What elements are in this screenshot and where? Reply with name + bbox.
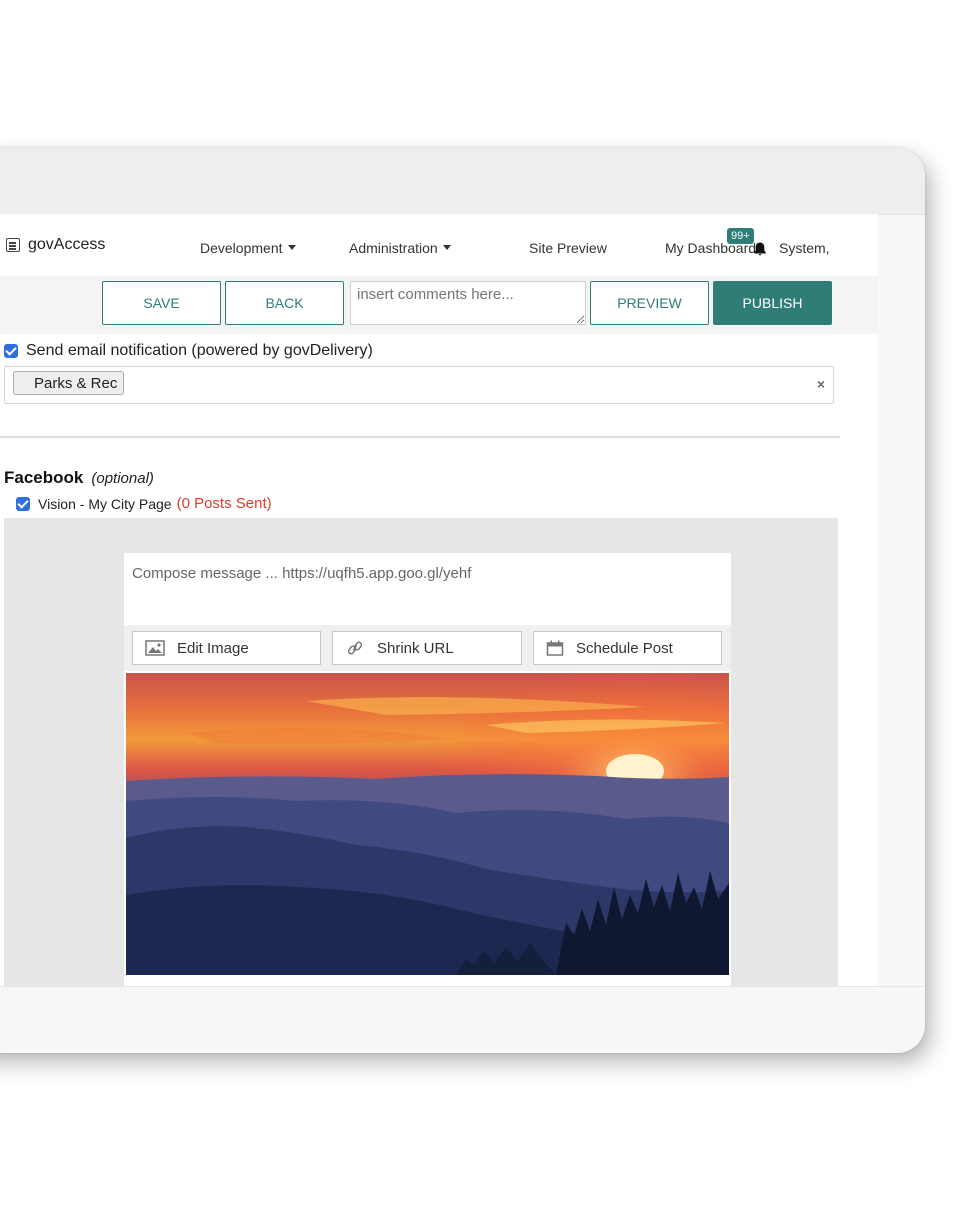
device-frame: govAccess Development Administration Sit… bbox=[0, 148, 925, 1053]
shrink-url-button[interactable]: Shrink URL bbox=[332, 631, 522, 665]
calendar-icon bbox=[546, 640, 564, 656]
bell-icon[interactable] bbox=[752, 241, 768, 257]
brand-label: govAccess bbox=[28, 236, 106, 253]
facebook-post-panel: Compose message ... https://uqfh5.app.go… bbox=[4, 518, 838, 986]
compose-message-input[interactable]: Compose message ... https://uqfh5.app.go… bbox=[132, 565, 471, 582]
facebook-heading: Facebook (optional) bbox=[4, 468, 154, 488]
optional-label: (optional) bbox=[91, 470, 154, 487]
top-navbar: govAccess Development Administration Sit… bbox=[0, 214, 878, 276]
nav-development-label: Development bbox=[200, 240, 283, 256]
notification-badge: 99+ bbox=[727, 228, 754, 244]
user-menu[interactable]: System, bbox=[779, 240, 830, 256]
clear-icon[interactable]: × bbox=[817, 376, 825, 392]
back-button[interactable]: BACK bbox=[225, 281, 344, 325]
nav-site-preview-label: Site Preview bbox=[529, 240, 607, 256]
facebook-page-checkbox[interactable] bbox=[16, 496, 30, 511]
posts-sent-count: (0 Posts Sent) bbox=[176, 495, 272, 512]
nav-administration-label: Administration bbox=[349, 240, 438, 256]
post-composer: Compose message ... https://uqfh5.app.go… bbox=[124, 553, 731, 986]
tag-label: Parks & Rec bbox=[34, 374, 118, 392]
edit-image-label: Edit Image bbox=[177, 639, 249, 657]
email-notification-label: Send email notification (powered by govD… bbox=[26, 342, 373, 359]
publish-button[interactable]: PUBLISH bbox=[713, 281, 832, 325]
app-screen: govAccess Development Administration Sit… bbox=[0, 214, 878, 986]
facebook-page-name: Vision - My City Page bbox=[38, 495, 172, 512]
tag-chip[interactable]: Parks & Rec bbox=[13, 371, 125, 395]
schedule-post-button[interactable]: Schedule Post bbox=[533, 631, 722, 665]
section-divider bbox=[0, 436, 840, 438]
facebook-page-option[interactable]: Vision - My City Page (0 Posts Sent) bbox=[16, 495, 272, 512]
image-icon bbox=[145, 640, 165, 656]
edit-image-button[interactable]: Edit Image bbox=[132, 631, 321, 665]
action-toolbar: SAVE BACK PREVIEW PUBLISH bbox=[0, 276, 878, 334]
caret-down-icon bbox=[442, 244, 451, 250]
main-content: Send email notification (powered by govD… bbox=[0, 334, 878, 986]
comments-input[interactable] bbox=[350, 281, 586, 325]
window-chrome-bottom bbox=[0, 986, 925, 1053]
window-chrome-top bbox=[0, 148, 925, 215]
composer-toolbar: Edit Image Shrink URL Schedule Post bbox=[124, 625, 731, 671]
link-icon bbox=[347, 641, 363, 655]
brand[interactable]: govAccess bbox=[6, 236, 105, 254]
nav-site-preview[interactable]: Site Preview bbox=[529, 240, 607, 256]
user-name: System, bbox=[779, 240, 830, 256]
caret-down-icon bbox=[287, 244, 296, 250]
email-list-select[interactable]: Parks & Rec × bbox=[4, 366, 834, 404]
schedule-post-label: Schedule Post bbox=[576, 639, 673, 657]
sunset-mountains-image bbox=[126, 673, 729, 975]
nav-administration[interactable]: Administration bbox=[349, 240, 451, 256]
save-button[interactable]: SAVE bbox=[102, 281, 221, 325]
facebook-title: Facebook bbox=[4, 468, 84, 487]
page-icon bbox=[6, 238, 20, 252]
email-notification-checkbox[interactable] bbox=[4, 344, 18, 358]
preview-button[interactable]: PREVIEW bbox=[590, 281, 709, 325]
shrink-url-label: Shrink URL bbox=[377, 639, 454, 657]
email-notification-option[interactable]: Send email notification (powered by govD… bbox=[4, 342, 373, 360]
nav-development[interactable]: Development bbox=[200, 240, 296, 256]
